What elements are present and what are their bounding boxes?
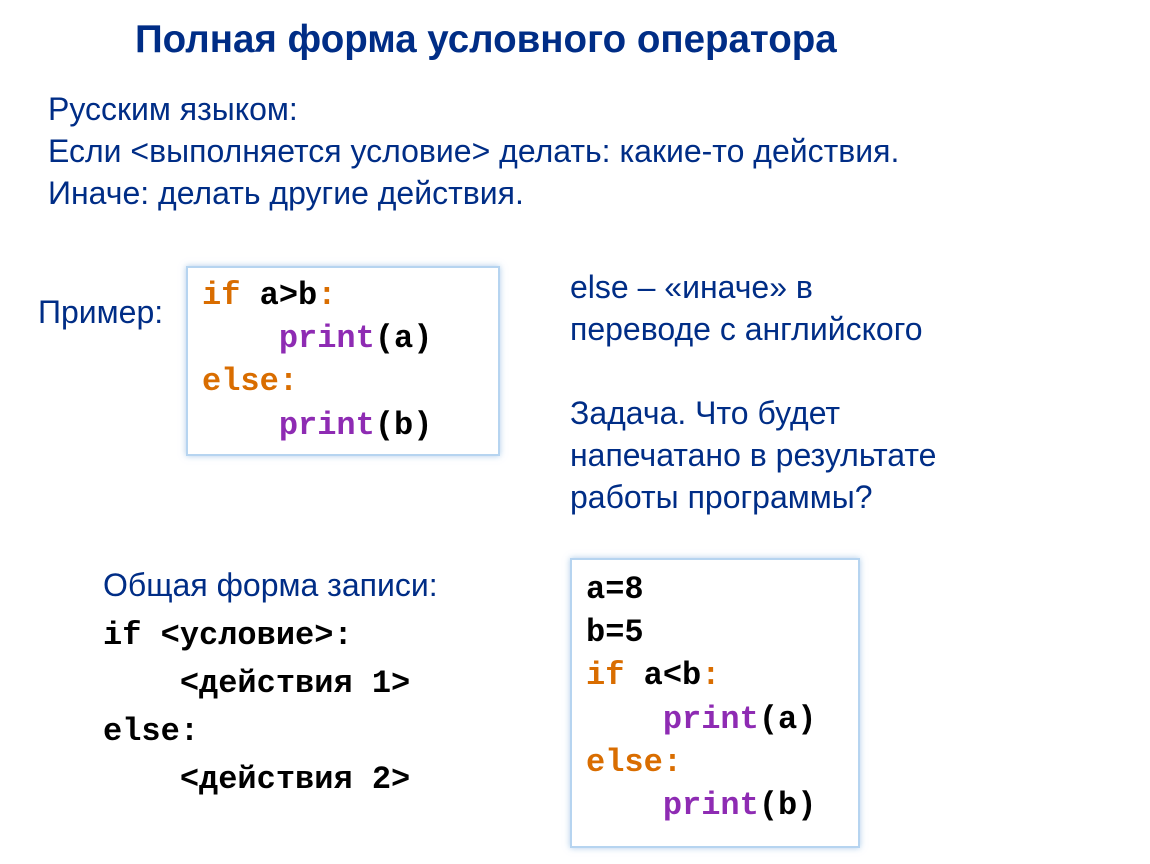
task-line-2: напечатано в результате <box>570 434 1110 476</box>
fn-print: print <box>663 701 759 738</box>
intro-line-1: Русским языком: <box>48 88 899 130</box>
assign-b: b=5 <box>586 614 644 651</box>
colon: : <box>317 277 336 314</box>
form-line-2: <действия 1> <box>103 665 410 702</box>
indent <box>586 787 663 824</box>
arg-b: (b) <box>759 787 817 824</box>
kw-if: if <box>202 277 240 314</box>
code-task-box: a=8 b=5 if a<b: print(a) else: print(b) <box>570 558 860 848</box>
code-example-box: if a>b: print(a) else: print(b) <box>186 266 500 456</box>
indent <box>202 407 279 444</box>
kw-else: else <box>586 744 663 781</box>
colon: : <box>663 744 682 781</box>
arg-b: (b) <box>375 407 433 444</box>
note-else: else – «иначе» в переводе с английского <box>570 266 1090 350</box>
cond-a-gt-b: a>b <box>240 277 317 314</box>
colon: : <box>701 657 720 694</box>
general-form-code: if <условие>: <действия 1> else: <действ… <box>103 612 410 804</box>
fn-print: print <box>663 787 759 824</box>
task-line-1: Задача. Что будет <box>570 392 1110 434</box>
assign-a: a=8 <box>586 571 644 608</box>
note-else-line-2: переводе с английского <box>570 308 1090 350</box>
form-line-4: <действия 2> <box>103 761 410 798</box>
arg-a: (a) <box>375 320 433 357</box>
colon: : <box>279 363 298 400</box>
indent <box>586 701 663 738</box>
slide: Полная форма условного оператора Русским… <box>0 0 1150 864</box>
note-else-line-1: else – «иначе» в <box>570 266 1090 308</box>
intro-block: Русским языком: Если <выполняется услови… <box>48 88 899 215</box>
task-line-3: работы программы? <box>570 476 1110 518</box>
indent <box>202 320 279 357</box>
form-line-3: else: <box>103 713 199 750</box>
intro-line-2: Если <выполняется условие> делать: какие… <box>48 130 899 172</box>
arg-a: (a) <box>759 701 817 738</box>
slide-title: Полная форма условного оператора <box>135 18 837 62</box>
fn-print: print <box>279 407 375 444</box>
example-label: Пример: <box>38 294 163 331</box>
fn-print: print <box>279 320 375 357</box>
kw-else: else <box>202 363 279 400</box>
intro-line-3: Иначе: делать другие действия. <box>48 172 899 214</box>
general-form-label: Общая форма записи: <box>103 567 438 604</box>
kw-if: if <box>586 657 624 694</box>
cond-a-lt-b: a<b <box>624 657 701 694</box>
form-line-1: if <условие>: <box>103 617 353 654</box>
task-block: Задача. Что будет напечатано в результат… <box>570 392 1110 519</box>
